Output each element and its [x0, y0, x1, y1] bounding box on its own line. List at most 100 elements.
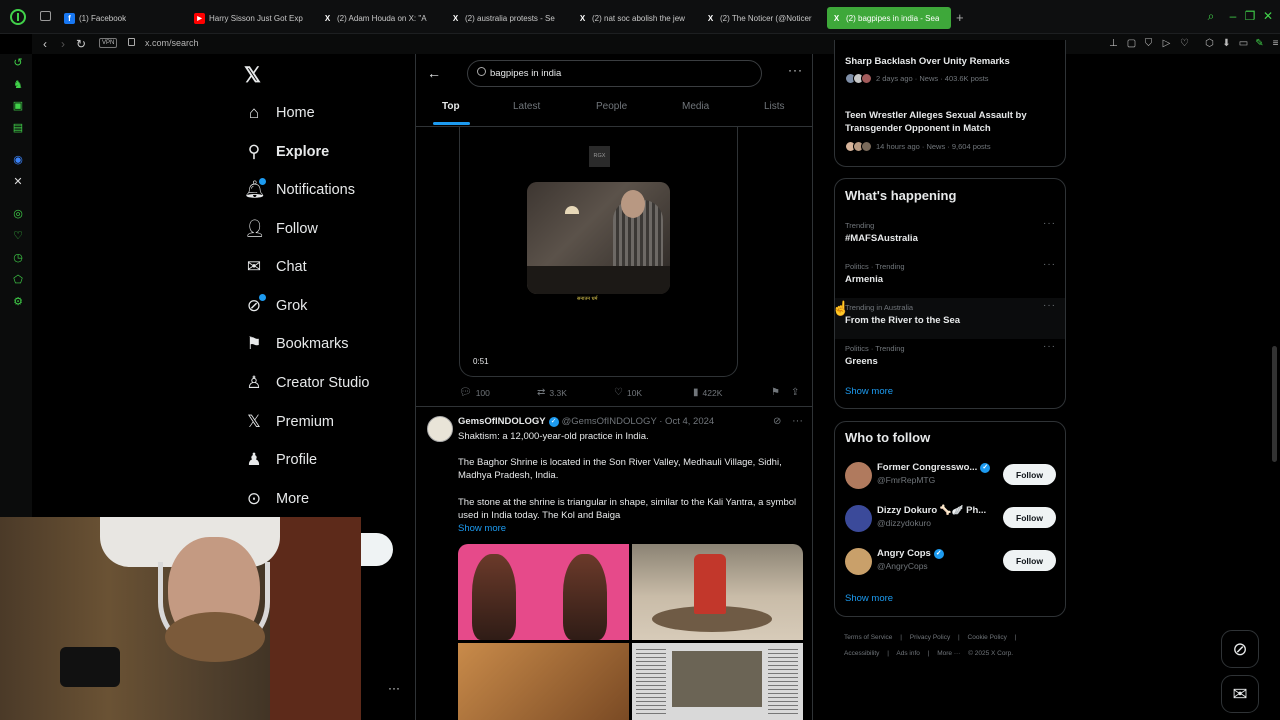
nav-more[interactable]: ⊙ More — [244, 486, 309, 512]
footer-link[interactable]: Cookie Policy — [968, 634, 1007, 641]
tab-latest[interactable]: Latest — [513, 101, 540, 112]
grok-icon[interactable]: ⊘ — [1221, 630, 1259, 668]
account-more-icon[interactable]: ··· — [388, 681, 400, 695]
play-icon[interactable]: ▷ — [1161, 38, 1172, 49]
follow-button[interactable]: Follow — [1003, 507, 1056, 528]
heart-icon[interactable]: ♡ — [12, 230, 24, 242]
new-tab-icon[interactable]: + — [956, 10, 964, 25]
bag-icon[interactable]: ♞ — [12, 79, 24, 91]
footer-link[interactable]: Accessibility — [844, 650, 879, 657]
browser-tab[interactable]: X (2) nat soc abolish the jew — [577, 7, 695, 29]
chat-icon[interactable]: ▣ — [12, 100, 24, 112]
media-image[interactable] — [458, 544, 629, 640]
browser-tab[interactable]: X (2) australia protests - Se — [450, 7, 568, 29]
url-field[interactable]: x.com/search — [145, 38, 199, 48]
account-name[interactable]: Dizzy Dokuro 🦴🪽 Ph... — [877, 505, 986, 516]
maximize-icon[interactable]: ❐ — [1244, 10, 1256, 22]
nav-bookmarks[interactable]: ⚑ Bookmarks — [244, 331, 348, 357]
repost-button[interactable]: ⇄ 3.3K — [537, 387, 567, 398]
news-title[interactable]: Teen Wrestler Alleges Sexual Assault by … — [845, 109, 1057, 135]
footer-link[interactable]: Privacy Policy — [910, 634, 950, 641]
post-button[interactable] — [361, 533, 393, 566]
more-options-icon[interactable]: ··· — [1043, 218, 1056, 229]
forward-icon[interactable]: › — [56, 37, 70, 51]
follow-button[interactable]: Follow — [1003, 550, 1056, 571]
show-more-link[interactable]: Show more — [845, 386, 893, 397]
more-options-icon[interactable]: ··· — [788, 63, 803, 77]
nav-home[interactable]: ⌂ Home — [244, 100, 315, 126]
more-options-icon[interactable]: ··· — [1043, 341, 1056, 352]
reply-button[interactable]: 💬︎ 100 — [459, 387, 490, 398]
more-options-icon[interactable]: ··· — [792, 415, 803, 427]
speed-dial-icon[interactable]: ↺ — [12, 57, 24, 69]
back-icon[interactable]: ‹ — [38, 37, 52, 51]
browser-tab[interactable]: ▶ Harry Sisson Just Got Exp — [194, 7, 312, 29]
avatar[interactable] — [427, 416, 453, 442]
nav-follow[interactable]: 👤︎ Follow — [244, 216, 318, 242]
more-options-icon[interactable]: ··· — [1043, 259, 1056, 270]
media-image[interactable] — [632, 643, 803, 720]
more-options-icon[interactable]: ··· — [1043, 300, 1056, 311]
messages-icon[interactable]: ✉ — [1221, 675, 1259, 713]
heart-icon[interactable]: ♡ — [1179, 38, 1190, 49]
twitch-icon[interactable]: ▤ — [12, 122, 24, 134]
x-logo-icon[interactable]: 𝕏 — [244, 63, 261, 88]
media-image[interactable] — [632, 544, 803, 640]
x-icon[interactable]: ✕ — [12, 176, 24, 188]
back-arrow-icon[interactable]: ← — [427, 65, 441, 81]
wallet-icon[interactable]: ▭ — [1238, 38, 1249, 49]
history-icon[interactable]: ◷ — [12, 252, 24, 264]
account-name[interactable]: Angry Cops ✓ — [877, 548, 947, 559]
bookmark-button[interactable]: ⚑ — [771, 387, 784, 398]
trend-item[interactable]: Politics · Trending Greens ··· — [835, 339, 1065, 380]
tab-menu-icon[interactable] — [40, 11, 51, 21]
avatar[interactable] — [845, 548, 872, 575]
pen-icon[interactable]: ✎ — [1254, 38, 1265, 49]
share-button[interactable]: ⇪ — [791, 387, 803, 398]
download-icon[interactable]: ⬇ — [1221, 38, 1232, 49]
tab-top[interactable]: Top — [442, 101, 460, 112]
trend-item[interactable]: Trending #MAFSAustralia ··· — [835, 216, 1065, 257]
lock-icon[interactable] — [128, 38, 135, 46]
account-name[interactable]: Former Congresswo... ✓ — [877, 462, 993, 473]
browser-tab-active[interactable]: X (2) bagpipes in india - Sea — [827, 7, 951, 29]
close-icon[interactable]: ✕ — [1262, 10, 1274, 22]
search-icon[interactable]: ⌕ — [1205, 10, 1217, 22]
follow-button[interactable]: Follow — [1003, 464, 1056, 485]
scrollbar-thumb[interactable] — [1272, 346, 1277, 462]
trend-item[interactable]: Trending in Australia From the River to … — [835, 298, 1065, 339]
video-thumbnail[interactable] — [527, 182, 670, 294]
footer-link[interactable]: Ads info — [896, 650, 920, 657]
footer-link[interactable]: More ··· — [937, 650, 960, 657]
search-input[interactable] — [490, 68, 740, 79]
pin-icon[interactable]: ⊥ — [1108, 38, 1119, 49]
player-icon[interactable]: ◎ — [12, 208, 24, 220]
browser-logo-icon[interactable] — [10, 9, 26, 25]
avatar[interactable] — [845, 505, 872, 532]
grok-icon[interactable]: ⊘ — [773, 416, 781, 427]
shield-icon[interactable]: ⛉ — [1143, 38, 1154, 49]
browser-tab[interactable]: X (2) The Noticer (@Noticer — [705, 7, 821, 29]
nav-premium[interactable]: 𝕏 Premium — [244, 409, 334, 435]
media-image[interactable] — [458, 643, 629, 720]
nav-explore[interactable]: ⚲ Explore — [244, 139, 329, 165]
screenshot-icon[interactable]: ▢ — [1126, 38, 1137, 49]
nav-profile[interactable]: ♟ Profile — [244, 447, 317, 473]
author-name[interactable]: GemsOfINDOLOGY — [458, 416, 546, 427]
browser-tab[interactable]: X (2) Adam Houda on X: "A — [322, 7, 440, 29]
tab-lists[interactable]: Lists — [764, 101, 785, 112]
nav-grok[interactable]: ⊘ Grok — [244, 293, 307, 319]
nav-creator-studio[interactable]: ♙ Creator Studio — [244, 370, 369, 396]
like-button[interactable]: ♡ 10K — [614, 387, 642, 398]
reload-icon[interactable]: ↻ — [74, 37, 88, 51]
show-more-link[interactable]: Show more — [845, 593, 893, 604]
footer-link[interactable]: Terms of Service — [844, 634, 892, 641]
settings-icon[interactable]: ⚙ — [12, 296, 24, 308]
menu-icon[interactable]: ≡ — [1270, 38, 1280, 49]
search-box[interactable] — [467, 60, 762, 87]
extensions-icon[interactable]: ⬠ — [12, 274, 24, 286]
messenger-icon[interactable]: ◉ — [12, 154, 24, 166]
nav-notifications[interactable]: 🔔︎ Notifications — [244, 177, 355, 203]
tab-media[interactable]: Media — [682, 101, 709, 112]
extensions-icon[interactable]: ⬡ — [1204, 38, 1215, 49]
